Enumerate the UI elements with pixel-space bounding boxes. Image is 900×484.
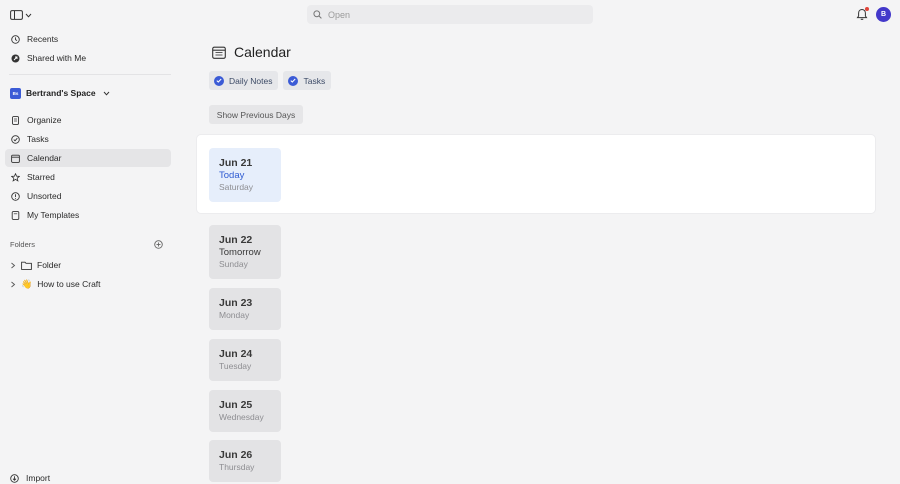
- sidebar: Recents Shared with Me Bs Bertrand's Spa…: [0, 30, 180, 484]
- chevron-down-icon: [25, 13, 32, 18]
- space-badge: Bs: [10, 87, 21, 99]
- day-card[interactable]: Jun 23 Monday: [209, 288, 281, 330]
- notifications-button[interactable]: [856, 7, 869, 21]
- import-icon: [10, 473, 19, 483]
- page-header: Calendar: [212, 44, 291, 60]
- wave-emoji: 👋: [21, 278, 33, 289]
- sidebar-item-label: Calendar: [27, 153, 62, 163]
- clock-icon: [11, 34, 20, 44]
- sidebar-item-tasks[interactable]: Tasks: [5, 130, 171, 148]
- sidebar-item-shared[interactable]: Shared with Me: [5, 49, 171, 67]
- avatar[interactable]: B: [876, 7, 891, 22]
- day-weekday: Tuesday: [219, 361, 252, 371]
- folder-item[interactable]: 👋 How to use Craft: [10, 277, 101, 291]
- checkmark-icon: [288, 75, 299, 86]
- import-label: Import: [26, 473, 51, 483]
- day-date: Jun 26: [219, 449, 253, 461]
- top-bar: B: [0, 0, 900, 30]
- day-date: Jun 23: [219, 297, 253, 309]
- star-icon: [11, 172, 20, 182]
- checkmark-icon: [214, 75, 224, 86]
- document-icon: [12, 115, 19, 125]
- day-weekday: Monday: [219, 310, 250, 320]
- day-weekday: Sunday: [219, 259, 248, 269]
- day-relative: Tomorrow: [219, 247, 261, 258]
- day-date: Jun 22: [219, 234, 253, 246]
- sidebar-toggle-button[interactable]: [10, 8, 34, 22]
- sidebar-item-label: Shared with Me: [27, 53, 87, 63]
- day-date: Jun 24: [219, 348, 253, 360]
- calendar-filters: Daily Notes Tasks: [209, 71, 332, 90]
- inbox-icon: [11, 191, 20, 201]
- day-date: Jun 21: [219, 157, 253, 169]
- sidebar-item-label: Starred: [27, 172, 55, 182]
- sidebar-item-templates[interactable]: My Templates: [5, 206, 171, 224]
- folder-icon: [21, 261, 32, 270]
- sidebar-item-recents[interactable]: Recents: [5, 30, 171, 48]
- sidebar-item-label: My Templates: [27, 210, 80, 220]
- day-weekday: Wednesday: [219, 412, 264, 422]
- add-folder-icon[interactable]: [154, 240, 163, 249]
- page-title: Calendar: [234, 44, 291, 60]
- share-icon: [11, 54, 20, 62]
- sidebar-item-calendar[interactable]: Calendar: [5, 149, 171, 167]
- notification-dot: [865, 7, 869, 11]
- avatar-initial: B: [880, 11, 887, 18]
- folder-label: How to use Craft: [37, 279, 101, 289]
- filter-tasks[interactable]: Tasks: [283, 71, 332, 90]
- main-content: Calendar Daily Notes Tasks Show Previous…: [180, 30, 900, 484]
- sidebar-item-label: Recents: [27, 34, 59, 44]
- day-card[interactable]: Jun 22 Tomorrow Sunday: [209, 225, 281, 279]
- sidebar-divider: [9, 74, 171, 75]
- chevron-down-icon: [103, 91, 109, 96]
- day-card-today[interactable]: Jun 21 Today Saturday: [209, 148, 281, 202]
- day-card[interactable]: Jun 26 Thursday: [209, 440, 281, 482]
- today-panel: [196, 134, 876, 214]
- search-input[interactable]: [328, 9, 578, 20]
- day-weekday: Thursday: [219, 462, 255, 472]
- day-card[interactable]: Jun 25 Wednesday: [209, 390, 281, 432]
- folder-label: Folder: [37, 260, 62, 270]
- filter-label: Tasks: [303, 75, 326, 86]
- search-icon: [313, 10, 322, 19]
- sidebar-toggle-icon: [10, 10, 23, 20]
- day-weekday: Saturday: [219, 182, 254, 192]
- filter-label: Daily Notes: [229, 75, 273, 86]
- space-name: Bertrand's Space: [26, 88, 96, 98]
- sidebar-item-label: Unsorted: [27, 191, 62, 201]
- check-circle-icon: [11, 134, 20, 144]
- search-bar[interactable]: [307, 5, 593, 24]
- calendar-icon: [212, 46, 226, 59]
- sidebar-item-label: Tasks: [27, 134, 49, 144]
- import-button[interactable]: Import: [10, 471, 50, 484]
- chevron-right-icon[interactable]: [10, 262, 16, 269]
- folder-item[interactable]: Folder: [10, 258, 61, 272]
- sidebar-item-unsorted[interactable]: Unsorted: [5, 187, 171, 205]
- sidebar-item-label: Organize: [27, 115, 62, 125]
- sidebar-item-starred[interactable]: Starred: [5, 168, 171, 186]
- chevron-right-icon[interactable]: [10, 281, 16, 288]
- sidebar-item-organize[interactable]: Organize: [5, 111, 171, 129]
- day-date: Jun 25: [219, 399, 253, 411]
- space-switcher[interactable]: Bs Bertrand's Space: [10, 86, 110, 100]
- calendar-icon: [11, 154, 20, 163]
- folders-heading: Folders: [10, 240, 36, 249]
- day-relative: Today: [219, 170, 245, 181]
- show-previous-days-button[interactable]: Show Previous Days: [209, 105, 303, 124]
- filter-daily-notes[interactable]: Daily Notes: [209, 71, 279, 90]
- day-card[interactable]: Jun 24 Tuesday: [209, 339, 281, 381]
- template-icon: [11, 210, 20, 220]
